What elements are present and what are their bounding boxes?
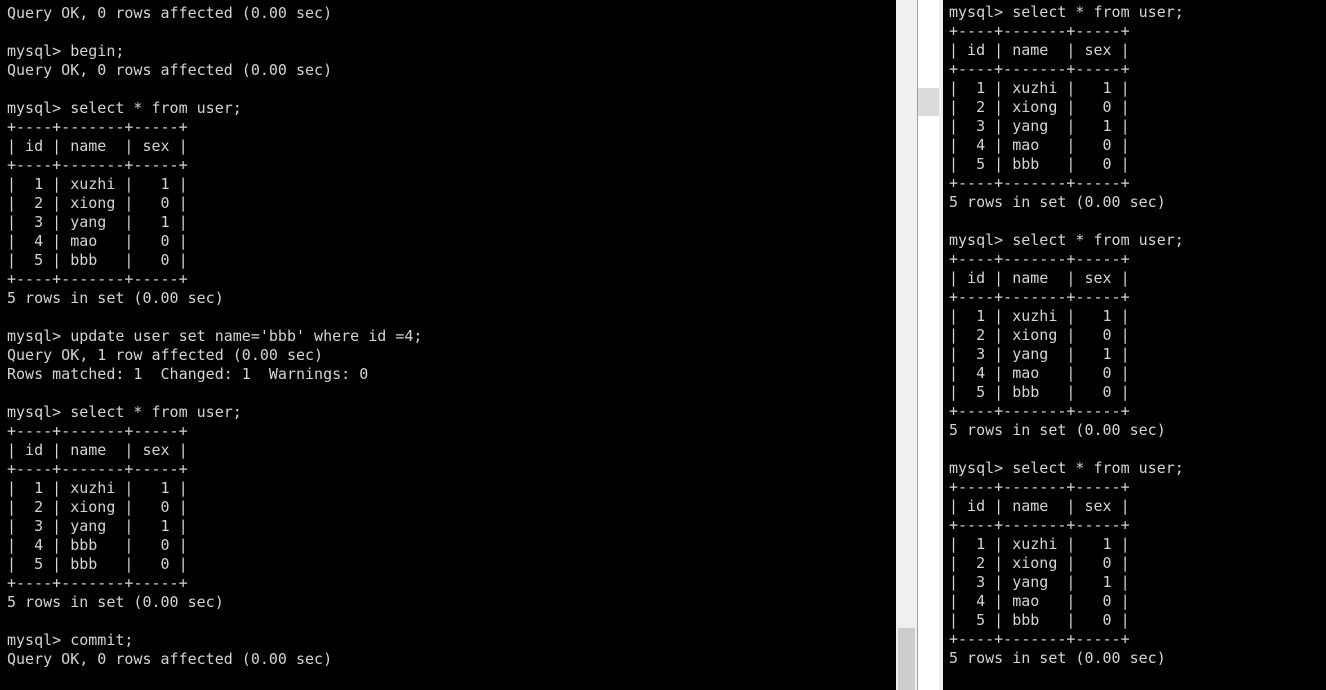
terminal-line: mysql> select * from user; [7, 403, 242, 421]
terminal-line: mysql> select * from user; [949, 459, 1184, 477]
terminal-line: mysql> select * from user; [949, 231, 1184, 249]
terminal-line: 5 rows in set (0.00 sec) [7, 289, 224, 307]
terminal-line: | 4 | bbb | 0 | [7, 536, 188, 554]
terminal-line: | 5 | bbb | 0 | [7, 555, 188, 573]
terminal-line: +----+-------+-----+ [949, 402, 1130, 420]
terminal-line: +----+-------+-----+ [7, 460, 188, 478]
terminal-line: | 2 | xiong | 0 | [949, 554, 1130, 572]
terminal-line: | 5 | bbb | 0 | [949, 383, 1130, 401]
terminal-line: | 5 | bbb | 0 | [7, 251, 188, 269]
terminal-line: mysql> begin; [7, 42, 125, 60]
terminal-line: | 2 | xiong | 0 | [949, 326, 1130, 344]
terminal-line: 5 rows in set (0.00 sec) [949, 649, 1166, 667]
terminal-line: | 3 | yang | 1 | [7, 517, 188, 535]
terminal-line: | 4 | mao | 0 | [949, 592, 1130, 610]
terminal-line: 5 rows in set (0.00 sec) [949, 193, 1166, 211]
terminal-line: +----+-------+-----+ [949, 630, 1130, 648]
terminal-line: | 3 | yang | 1 | [7, 213, 188, 231]
terminal-line: mysql> update user set name='bbb' where … [7, 327, 423, 345]
terminal-line: +----+-------+-----+ [949, 60, 1130, 78]
terminal-line: | id | name | sex | [949, 269, 1130, 287]
terminal-line: | 3 | yang | 1 | [949, 573, 1130, 591]
terminal-line: +----+-------+-----+ [949, 478, 1130, 496]
terminal-line: +----+-------+-----+ [949, 174, 1130, 192]
terminal-line: | id | name | sex | [949, 41, 1130, 59]
terminal-output: mysql> select * from user; +----+-------+… [949, 3, 1184, 690]
terminal-line: Query OK, 0 rows affected (0.00 sec) [7, 61, 333, 79]
terminal-line: mysql> select * from user; [7, 99, 242, 117]
terminal-line: +----+-------+-----+ [949, 250, 1130, 268]
terminal-line: | 1 | xuzhi | 1 | [7, 479, 188, 497]
terminal-line: +----+-------+-----+ [7, 270, 188, 288]
terminal-line: +----+-------+-----+ [7, 574, 188, 592]
terminal-line: +----+-------+-----+ [949, 22, 1130, 40]
terminal-line: mysql> select * from user; [949, 3, 1184, 21]
terminal-line: | id | name | sex | [7, 441, 188, 459]
terminal-output: Query OK, 0 rows affected (0.00 sec) mysq… [7, 4, 422, 669]
left-terminal-scrollbar[interactable] [896, 0, 917, 690]
terminal-line: 5 rows in set (0.00 sec) [7, 593, 224, 611]
terminal-line: +----+-------+-----+ [7, 156, 188, 174]
terminal-line: +----+-------+-----+ [7, 118, 188, 136]
terminal-line: | 1 | xuzhi | 1 | [7, 175, 188, 193]
terminal-line: | id | name | sex | [7, 137, 188, 155]
terminal-line: +----+-------+-----+ [7, 422, 188, 440]
terminal-line: | 3 | yang | 1 | [949, 345, 1130, 363]
terminal-line: +----+-------+-----+ [949, 516, 1130, 534]
terminal-line: 5 rows in set (0.00 sec) [949, 421, 1166, 439]
scrollbar-thumb[interactable] [918, 88, 939, 116]
terminal-line: | 2 | xiong | 0 | [7, 498, 188, 516]
terminal-line: | 3 | yang | 1 | [949, 117, 1130, 135]
terminal-line: | 1 | xuzhi | 1 | [949, 535, 1130, 553]
terminal-line: Rows matched: 1 Changed: 1 Warnings: 0 [7, 365, 369, 383]
scrollbar-thumb[interactable] [898, 628, 915, 690]
terminal-line: | 2 | xiong | 0 | [949, 98, 1130, 116]
terminal-line: | 2 | xiong | 0 | [7, 194, 188, 212]
terminal-line: +----+-------+-----+ [949, 288, 1130, 306]
terminal-line: | 4 | mao | 0 | [949, 364, 1130, 382]
right-terminal[interactable]: mysql> select * from user; +----+-------+… [943, 0, 1326, 690]
terminal-line: | 1 | xuzhi | 1 | [949, 79, 1130, 97]
left-terminal[interactable]: Query OK, 0 rows affected (0.00 sec) mysq… [0, 0, 896, 690]
terminal-line: | 4 | mao | 0 | [949, 136, 1130, 154]
terminal-line: Query OK, 0 rows affected (0.00 sec) [7, 650, 333, 668]
terminal-line: | 5 | bbb | 0 | [949, 155, 1130, 173]
terminal-line: | id | name | sex | [949, 497, 1130, 515]
terminal-line: | 1 | xuzhi | 1 | [949, 307, 1130, 325]
terminal-line: | 5 | bbb | 0 | [949, 611, 1130, 629]
pane-divider [917, 0, 944, 690]
terminal-line: mysql> commit; [7, 631, 134, 649]
terminal-line: | 4 | mao | 0 | [7, 232, 188, 250]
terminal-line: Query OK, 1 row affected (0.00 sec) [7, 346, 324, 364]
terminal-line: Query OK, 0 rows affected (0.00 sec) [7, 4, 333, 22]
